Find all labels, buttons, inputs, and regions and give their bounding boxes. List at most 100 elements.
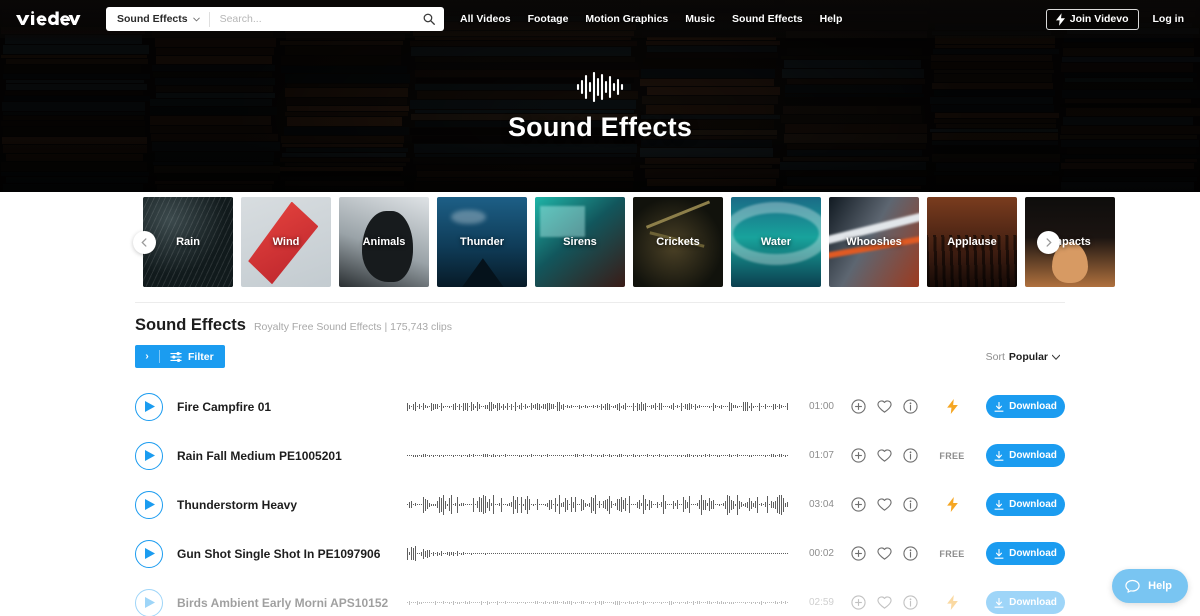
listing-header: Sound Effects Royalty Free Sound Effects… xyxy=(0,303,1200,335)
sort-dropdown[interactable]: Sort Popular xyxy=(986,351,1060,363)
track-actions xyxy=(851,399,918,414)
nav-item-help[interactable]: Help xyxy=(820,13,843,25)
lightning-bolt-icon xyxy=(946,399,958,414)
download-button[interactable]: Download xyxy=(986,542,1065,565)
track-title[interactable]: Birds Ambient Early Morni APS10152 xyxy=(177,596,407,610)
category-card-applause[interactable]: Applause xyxy=(927,197,1017,287)
listing-title: Sound Effects xyxy=(135,316,246,334)
help-chat-widget[interactable]: Help xyxy=(1112,569,1188,603)
carousel-next-button[interactable] xyxy=(1037,231,1060,254)
category-card-sirens[interactable]: Sirens xyxy=(535,197,625,287)
search-icon[interactable] xyxy=(423,13,435,25)
download-label: Download xyxy=(1009,401,1057,412)
download-button[interactable]: Download xyxy=(986,395,1065,418)
search-category-dropdown[interactable]: Sound Effects xyxy=(106,7,209,31)
nav-item-music[interactable]: Music xyxy=(685,13,715,25)
top-navigation-bar: Sound Effects All Videos Footage Motion … xyxy=(0,0,1200,38)
download-button[interactable]: Download xyxy=(986,591,1065,614)
track-title[interactable]: Fire Campfire 01 xyxy=(177,400,407,414)
category-card-water[interactable]: Water xyxy=(731,197,821,287)
track-waveform[interactable] xyxy=(407,392,788,422)
plus-circle-icon[interactable] xyxy=(851,497,866,512)
track-title[interactable]: Rain Fall Medium PE1005201 xyxy=(177,449,407,463)
plus-circle-icon[interactable] xyxy=(851,595,866,610)
category-card-animals[interactable]: Animals xyxy=(339,197,429,287)
download-icon xyxy=(994,401,1004,412)
search-category-label: Sound Effects xyxy=(117,13,188,25)
account-actions: Join Videvo Log in xyxy=(1045,8,1185,30)
carousel-prev-button[interactable] xyxy=(133,231,156,254)
download-label: Download xyxy=(1009,597,1057,608)
track-waveform[interactable] xyxy=(407,441,788,471)
heart-icon[interactable] xyxy=(877,595,892,610)
track-row[interactable]: Birds Ambient Early Morni APS10152 02:59 D… xyxy=(135,578,1065,616)
category-card-crickets[interactable]: Crickets xyxy=(633,197,723,287)
chevron-right-icon xyxy=(1046,238,1052,247)
heart-icon[interactable] xyxy=(877,399,892,414)
track-waveform[interactable] xyxy=(407,588,788,616)
track-license-badge xyxy=(930,497,974,512)
play-icon xyxy=(145,499,155,510)
plus-circle-icon[interactable] xyxy=(851,399,866,414)
info-circle-icon[interactable] xyxy=(903,595,918,610)
nav-item-sound-effects[interactable]: Sound Effects xyxy=(732,13,803,25)
nav-item-all-videos[interactable]: All Videos xyxy=(460,13,511,25)
track-license-badge xyxy=(930,399,974,414)
track-duration: 00:02 xyxy=(808,548,834,559)
page-title: Sound Effects xyxy=(507,112,693,142)
track-actions xyxy=(851,448,918,463)
plus-circle-icon[interactable] xyxy=(851,546,866,561)
download-button[interactable]: Download xyxy=(986,444,1065,467)
track-title[interactable]: Gun Shot Single Shot In PE1097906 xyxy=(177,547,407,561)
join-videvo-button[interactable]: Join Videvo xyxy=(1045,8,1139,30)
track-actions xyxy=(851,546,918,561)
info-circle-icon[interactable] xyxy=(903,497,918,512)
download-button[interactable]: Download xyxy=(986,493,1065,516)
play-icon xyxy=(145,597,155,608)
category-label: Crickets xyxy=(656,236,700,248)
search-input[interactable] xyxy=(209,7,444,31)
info-circle-icon[interactable] xyxy=(903,448,918,463)
play-button[interactable] xyxy=(135,490,163,519)
track-row[interactable]: Gun Shot Single Shot In PE1097906 00:02 FR… xyxy=(135,529,1065,578)
play-button[interactable] xyxy=(135,392,163,421)
track-waveform[interactable] xyxy=(407,490,788,520)
category-label: Rain xyxy=(176,236,200,248)
free-badge-label: FREE xyxy=(939,548,965,559)
category-card-rain[interactable]: Rain xyxy=(143,197,233,287)
track-row[interactable]: Rain Fall Medium PE1005201 01:07 FREE Downl… xyxy=(135,431,1065,480)
nav-item-footage[interactable]: Footage xyxy=(528,13,569,25)
lightning-bolt-icon xyxy=(946,595,958,610)
heart-icon[interactable] xyxy=(877,448,892,463)
track-title[interactable]: Thunderstorm Heavy xyxy=(177,498,407,512)
heart-icon[interactable] xyxy=(877,546,892,561)
category-card-thunder[interactable]: Thunder xyxy=(437,197,527,287)
hero-banner: Sound Effects All Videos Footage Motion … xyxy=(0,0,1200,192)
play-button[interactable] xyxy=(135,588,163,616)
info-circle-icon[interactable] xyxy=(903,399,918,414)
videvo-logo[interactable] xyxy=(16,9,82,29)
category-card-wind[interactable]: Wind xyxy=(241,197,331,287)
track-row[interactable]: Thunderstorm Heavy 03:04 Download xyxy=(135,480,1065,529)
track-row[interactable]: Fire Campfire 01 01:00 Download xyxy=(135,382,1065,431)
nav-item-motion-graphics[interactable]: Motion Graphics xyxy=(585,13,668,25)
filter-button[interactable]: › Filter xyxy=(135,345,225,368)
free-badge-label: FREE xyxy=(939,450,965,461)
track-duration: 02:59 xyxy=(808,597,834,608)
info-circle-icon[interactable] xyxy=(903,546,918,561)
play-icon xyxy=(145,450,155,461)
login-link[interactable]: Log in xyxy=(1153,13,1185,25)
download-icon xyxy=(994,499,1004,510)
track-list: Fire Campfire 01 01:00 Download Rain Fall M… xyxy=(0,368,1200,616)
category-card-list: Rain Wind Animals Thunder Sirens Crickets Wate… xyxy=(0,197,1200,287)
audio-waveform-icon xyxy=(576,72,624,102)
plus-circle-icon[interactable] xyxy=(851,448,866,463)
category-card-whooshes[interactable]: Whooshes xyxy=(829,197,919,287)
download-label: Download xyxy=(1009,450,1057,461)
search-bar[interactable]: Sound Effects xyxy=(106,7,444,31)
track-actions xyxy=(851,595,918,610)
heart-icon[interactable] xyxy=(877,497,892,512)
track-waveform[interactable] xyxy=(407,539,788,569)
play-button[interactable] xyxy=(135,441,163,470)
play-button[interactable] xyxy=(135,539,163,568)
